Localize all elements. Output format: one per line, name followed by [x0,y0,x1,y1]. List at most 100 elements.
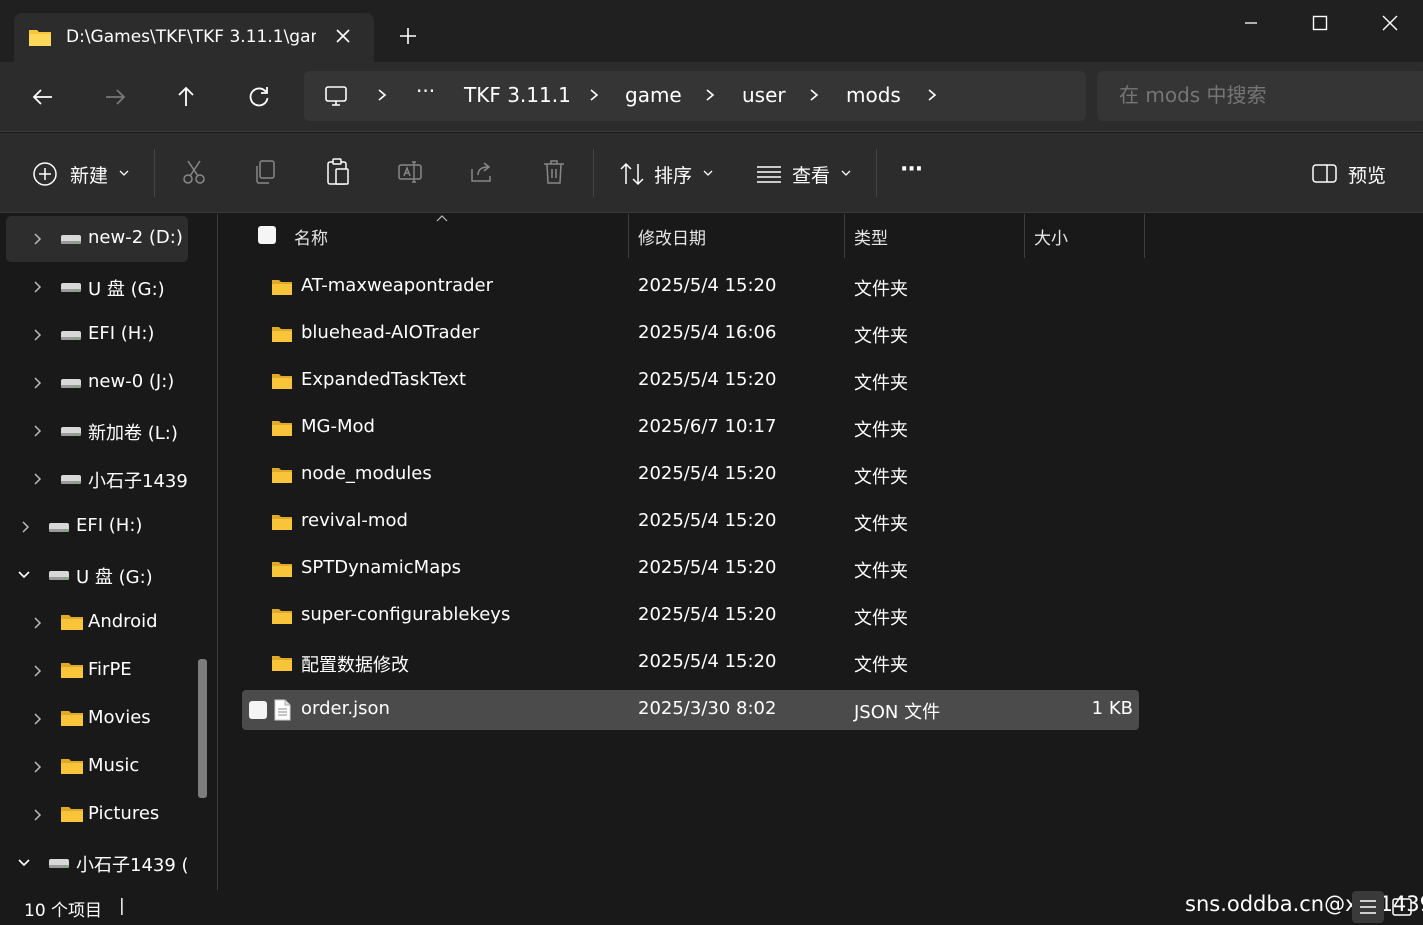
search-box[interactable] [1097,71,1423,121]
address-bar[interactable]: ··· TKF 3.11.1 game user mods [304,71,1086,121]
chevron-down-icon[interactable] [16,567,30,583]
file-row[interactable]: revival-mod 2025/5/4 15:20 文件夹 [242,502,1139,542]
sort-button[interactable]: 排序 [616,157,720,191]
preview-button[interactable]: 预览 [1312,157,1402,191]
sidebar-item[interactable]: 小石子1439 [6,456,188,502]
file-name: super-configurablekeys [301,604,511,625]
file-type: 文件夹 [854,373,908,394]
arrow-left-icon[interactable] [28,82,58,112]
sidebar-item[interactable]: 小石子1439 ( [6,840,189,886]
cut-icon[interactable] [180,157,208,191]
chevron-right-icon[interactable] [30,375,44,391]
breadcrumb-overflow[interactable]: ··· [416,79,435,103]
breadcrumb-item[interactable]: user [742,83,786,107]
rename-icon[interactable] [396,157,424,191]
chevron-down-icon[interactable] [16,855,30,871]
file-row[interactable]: MG-Mod 2025/6/7 10:17 文件夹 [242,408,1139,448]
tab-active[interactable]: D:\Games\TKF\TKF 3.11.1\game [14,13,374,62]
status-bar: 10 个项目 | sns.oddba.cn@xsz1439 [0,890,1423,925]
file-modified: 2025/6/7 10:17 [638,416,777,437]
chevron-down-icon [840,167,852,179]
column-divider[interactable] [1024,214,1025,258]
folder-icon [60,613,84,631]
new-button[interactable]: 新建 [30,157,134,191]
chevron-right-icon[interactable] [702,86,718,104]
sidebar-item[interactable]: EFI (H:) [6,504,188,550]
sidebar-item-label: EFI (H:) [88,323,155,344]
sidebar-item[interactable]: U 盘 (G:) [6,552,188,598]
column-size[interactable]: 大小 [1034,224,1068,249]
sidebar-item[interactable]: new-2 (D:) [6,216,188,262]
column-modified[interactable]: 修改日期 [638,224,706,249]
folder-icon [271,372,293,390]
column-name[interactable]: 名称 [294,224,328,249]
chevron-right-icon[interactable] [30,471,44,487]
sidebar-item[interactable]: Android [6,600,188,646]
delete-icon[interactable] [540,157,568,191]
more-options-button[interactable]: ··· [900,157,923,182]
view-button[interactable]: 查看 [754,157,858,191]
breadcrumb-item[interactable]: mods [846,83,901,107]
sidebar-item[interactable]: Music [6,744,188,790]
column-type[interactable]: 类型 [854,224,888,249]
column-divider[interactable] [844,214,845,258]
chevron-right-icon[interactable] [30,807,44,823]
chevron-right-icon[interactable] [806,86,822,104]
file-row[interactable]: ExpandedTaskText 2025/5/4 15:20 文件夹 [242,361,1139,401]
sidebar-item[interactable]: U 盘 (G:) [6,264,188,310]
sidebar-item[interactable]: 新加卷 (L:) [6,408,188,454]
sidebar-item[interactable]: new-0 (J:) [6,360,188,406]
arrow-right-icon[interactable] [100,82,130,112]
paste-icon[interactable] [324,157,352,191]
breadcrumb-item[interactable]: TKF 3.11.1 [464,83,571,107]
select-all-checkbox[interactable] [258,226,276,244]
close-icon[interactable] [1375,8,1405,38]
chevron-right-icon[interactable] [30,711,44,727]
arrow-up-icon[interactable] [171,82,201,112]
file-row[interactable]: order.json 2025/3/30 8:02 JSON 文件 1 KB [242,690,1139,730]
drive-icon [60,424,82,438]
column-divider[interactable] [628,214,629,258]
sidebar-item-label: EFI (H:) [76,515,143,536]
chevron-right-icon[interactable] [374,86,390,104]
chevron-right-icon[interactable] [924,86,940,104]
chevron-right-icon[interactable] [586,86,602,104]
details-view-icon[interactable] [1352,891,1384,923]
minimize-icon[interactable] [1236,8,1266,38]
chevron-right-icon[interactable] [30,279,44,295]
tab-title: D:\Games\TKF\TKF 3.11.1\game [66,27,316,47]
breadcrumb-item[interactable]: game [625,83,682,107]
share-icon[interactable] [468,157,496,191]
row-checkbox[interactable] [249,701,267,719]
file-row[interactable]: SPTDynamicMaps 2025/5/4 15:20 文件夹 [242,549,1139,589]
chevron-right-icon[interactable] [30,231,44,247]
file-modified: 2025/3/30 8:02 [638,698,777,719]
column-divider[interactable] [1144,214,1145,258]
chevron-right-icon[interactable] [30,759,44,775]
search-input[interactable] [1119,83,1419,107]
file-row[interactable]: node_modules 2025/5/4 15:20 文件夹 [242,455,1139,495]
sidebar-scrollbar[interactable] [198,659,207,798]
folder-icon [271,419,293,437]
file-row[interactable]: 配置数据修改 2025/5/4 15:20 文件夹 [242,643,1139,683]
file-row[interactable]: super-configurablekeys 2025/5/4 15:20 文件夹 [242,596,1139,636]
sidebar-item[interactable]: Movies [6,696,188,742]
refresh-icon[interactable] [244,82,274,112]
close-icon[interactable] [332,25,354,47]
chevron-right-icon[interactable] [30,615,44,631]
sidebar-item[interactable]: EFI (H:) [6,312,188,358]
file-row[interactable]: AT-maxweapontrader 2025/5/4 15:20 文件夹 [242,267,1139,307]
chevron-right-icon[interactable] [30,327,44,343]
copy-icon[interactable] [252,157,280,191]
maximize-icon[interactable] [1305,8,1335,38]
chevron-right-icon[interactable] [18,519,32,535]
chevron-right-icon[interactable] [30,423,44,439]
sidebar-item[interactable]: Pictures [6,792,188,838]
plus-icon[interactable] [396,24,420,48]
sidebar-item[interactable]: FirPE [6,648,188,694]
monitor-icon[interactable] [324,84,348,108]
tiles-view-icon[interactable] [1386,891,1418,923]
file-row[interactable]: bluehead-AIOTrader 2025/5/4 16:06 文件夹 [242,314,1139,354]
drive-icon [48,568,70,582]
chevron-right-icon[interactable] [30,663,44,679]
